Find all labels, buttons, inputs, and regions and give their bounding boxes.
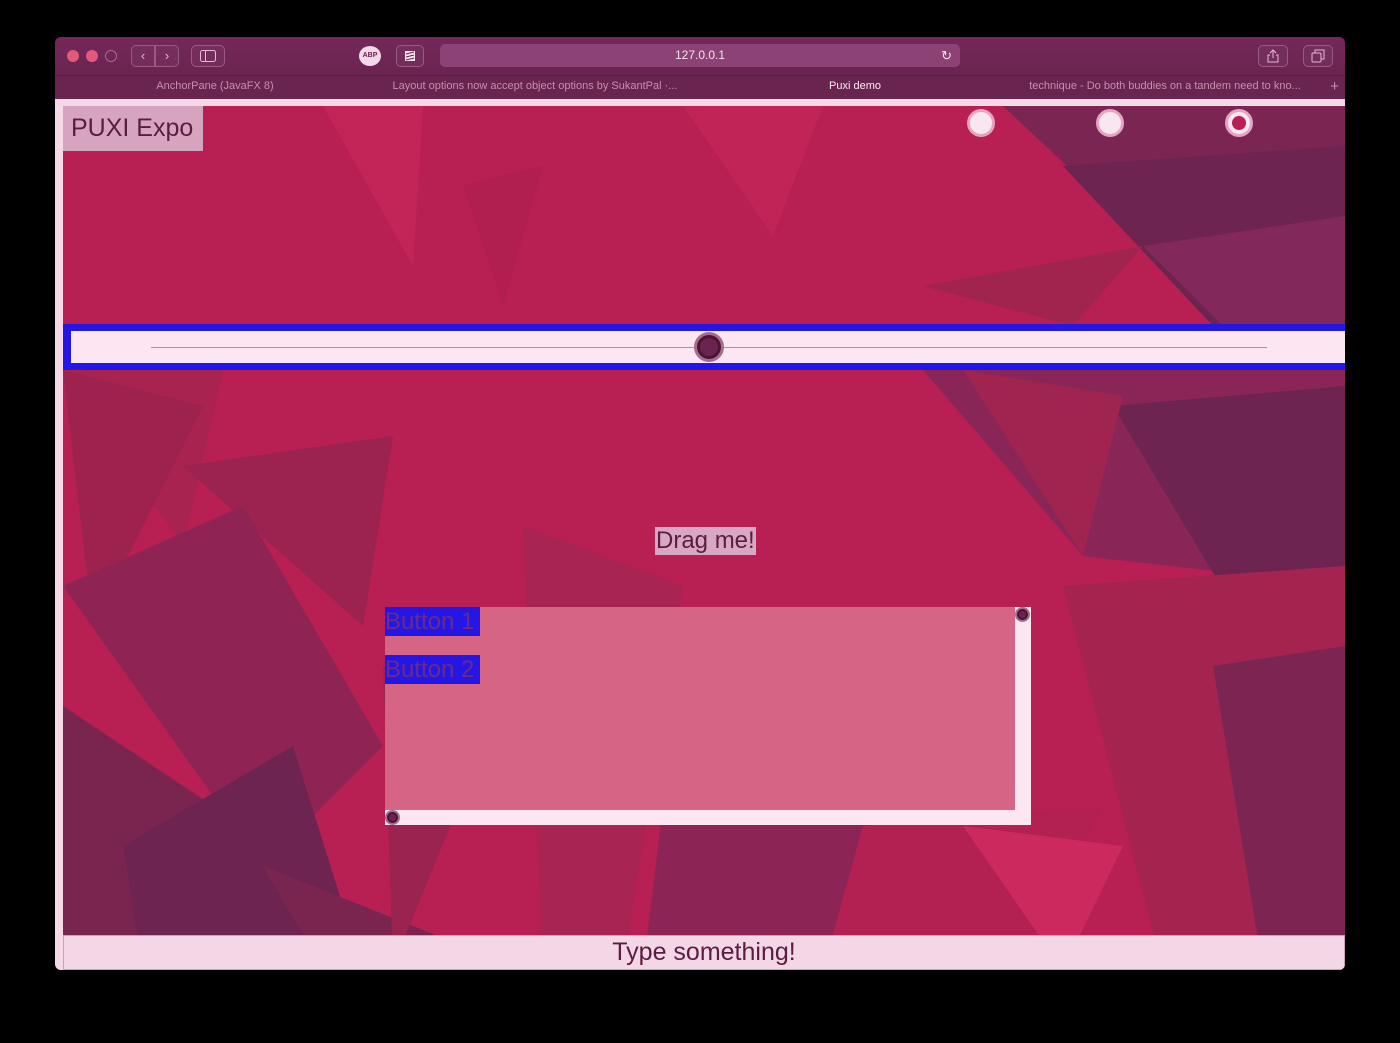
- slider-thumb[interactable]: [694, 332, 724, 362]
- tab-tandem-technique[interactable]: technique - Do both buddies on a tandem …: [1015, 76, 1315, 99]
- tab-layout-options[interactable]: Layout options now accept object options…: [385, 76, 685, 99]
- sidebar-icon: [200, 50, 216, 62]
- tabs-overview-icon: [1311, 49, 1325, 63]
- button-2[interactable]: Button 2: [385, 655, 480, 684]
- forward-button[interactable]: ›: [155, 45, 179, 67]
- tab-anchorpane[interactable]: AnchorPane (JavaFX 8): [65, 76, 365, 99]
- slider-panel: [63, 324, 1345, 370]
- layers-icon: [405, 51, 415, 61]
- new-tab-icon[interactable]: +: [1330, 76, 1339, 97]
- extension-button[interactable]: [396, 45, 424, 67]
- radio-button-2[interactable]: [1096, 109, 1124, 137]
- address-bar[interactable]: 127.0.0.1 ↻: [440, 44, 960, 67]
- browser-toolbar: ‹ › ABP 127.0.0.1 ↻: [55, 37, 1345, 75]
- reload-icon[interactable]: ↻: [941, 44, 952, 67]
- url-text: 127.0.0.1: [674, 48, 726, 62]
- chevron-right-icon: ›: [164, 48, 170, 63]
- slider-container: [71, 331, 1345, 363]
- resize-handle-top-right[interactable]: [1015, 607, 1030, 622]
- share-button[interactable]: [1258, 45, 1288, 67]
- radio-button-1[interactable]: [967, 109, 995, 137]
- sidebar-toggle-button[interactable]: [191, 45, 225, 67]
- button-list-panel: Button 1 Button 2: [385, 607, 1015, 810]
- share-icon: [1267, 49, 1279, 63]
- page-content: PUXI Expo Drag me! Button 1 Button 2: [63, 106, 1345, 970]
- chevron-left-icon: ‹: [140, 48, 146, 63]
- close-window-button[interactable]: [67, 50, 79, 62]
- text-input[interactable]: [63, 935, 1345, 970]
- resizable-panel: Button 1 Button 2: [385, 607, 1031, 825]
- show-tabs-button[interactable]: [1303, 45, 1333, 67]
- minimize-window-button[interactable]: [86, 50, 98, 62]
- browser-window: ‹ › ABP 127.0.0.1 ↻ AnchorPane (JavaFX 8…: [55, 37, 1345, 970]
- radio-button-3-selected[interactable]: [1225, 109, 1253, 137]
- app-logo: PUXI Expo: [63, 106, 203, 151]
- draggable-label[interactable]: Drag me!: [655, 527, 756, 555]
- tab-bar: AnchorPane (JavaFX 8) Layout options now…: [55, 75, 1345, 99]
- zoom-window-button[interactable]: [105, 50, 117, 62]
- resize-handle-bottom-left[interactable]: [385, 810, 400, 825]
- adblock-extension-button[interactable]: ABP: [359, 46, 381, 66]
- back-button[interactable]: ‹: [131, 45, 155, 67]
- button-1[interactable]: Button 1: [385, 607, 480, 636]
- tab-puxi-demo[interactable]: Puxi demo: [705, 76, 1005, 99]
